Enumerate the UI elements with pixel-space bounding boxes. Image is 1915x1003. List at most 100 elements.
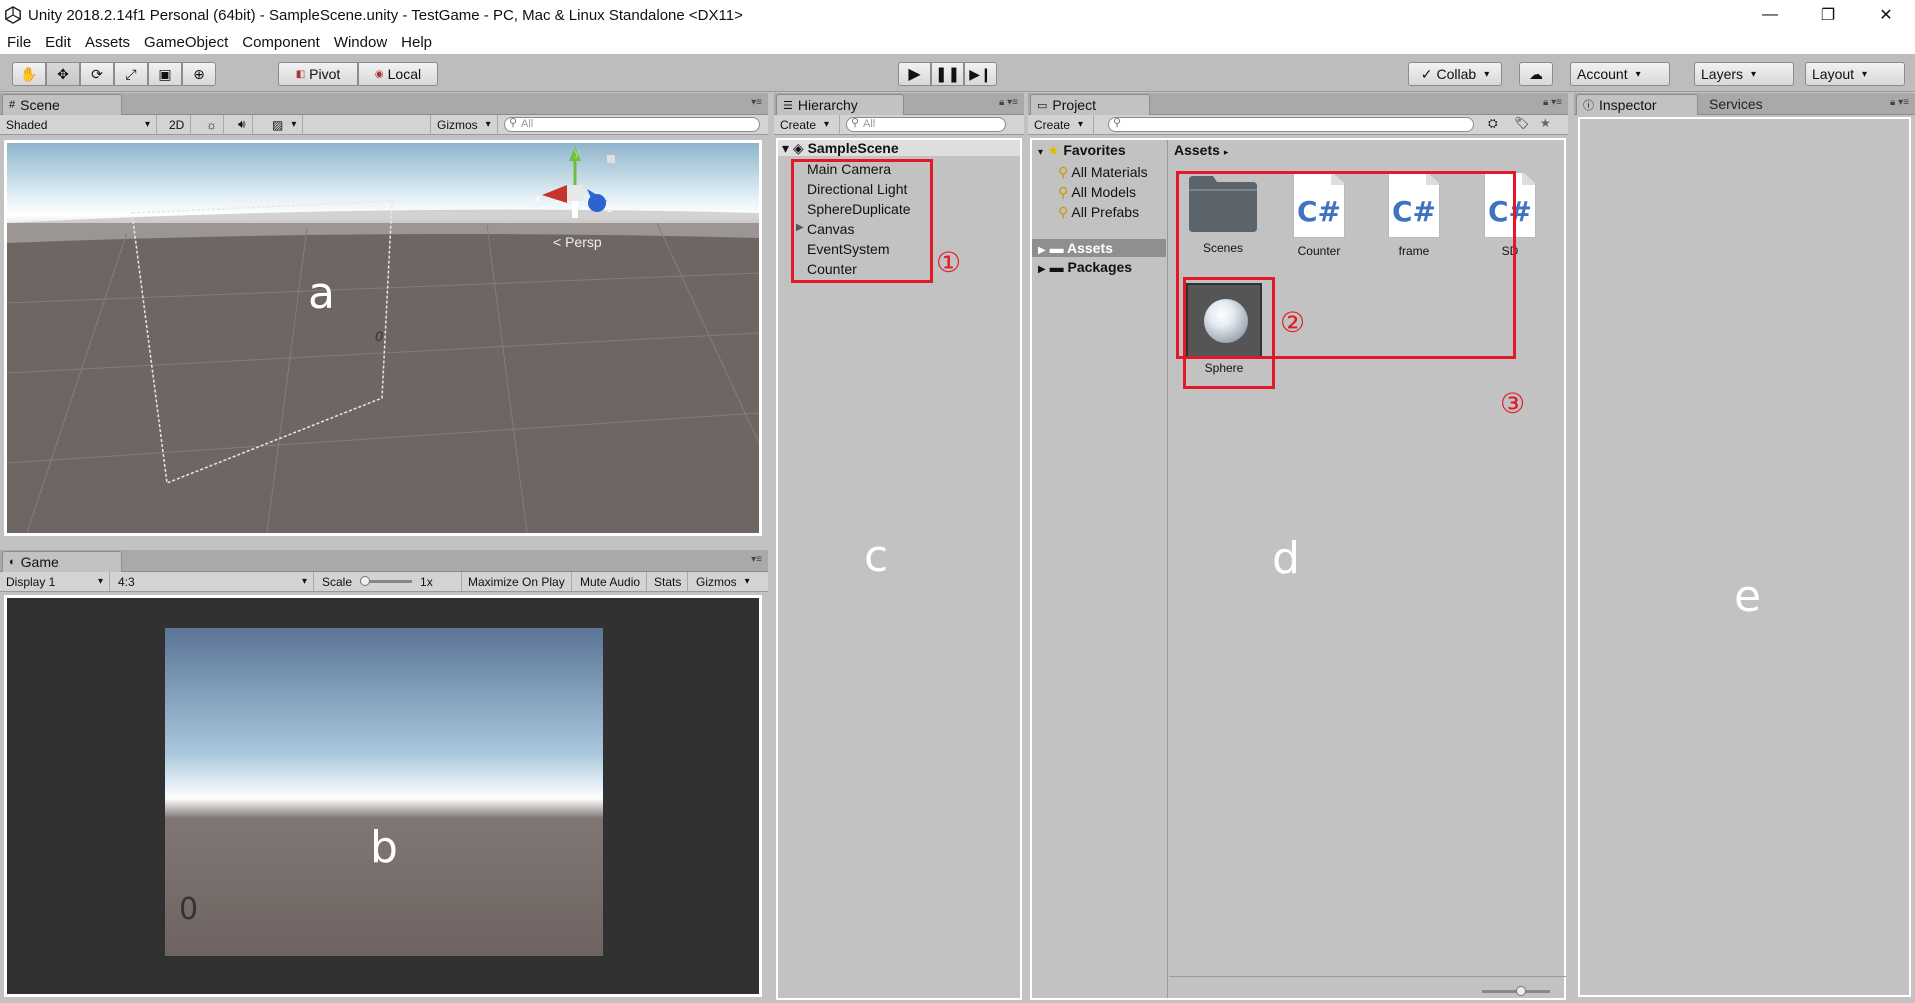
audio-toggle[interactable]: 🔊︎ [232, 115, 253, 134]
annotation-marker-3: ③ [1500, 387, 1526, 420]
aspect-dropdown[interactable]: 4:3 [112, 572, 314, 591]
menu-help[interactable]: Help [394, 34, 439, 51]
scale-slider-track[interactable] [360, 576, 413, 586]
transform-tool-button[interactable]: ⊕ [182, 62, 216, 86]
menu-gameobject[interactable]: GameObject [137, 34, 235, 51]
icon-size-slider[interactable] [1482, 986, 1550, 996]
search-icon: ⚲ [1058, 164, 1069, 180]
scale-slider[interactable]: Scale 1x [316, 572, 462, 591]
local-button[interactable]: ◉ Local [358, 62, 438, 86]
tab-game[interactable]: ◐ Game [2, 551, 122, 572]
project-create-dropdown[interactable]: Create [1028, 115, 1094, 134]
effects-dropdown[interactable]: ▨ [266, 115, 304, 134]
display-dropdown[interactable]: Display 1 [0, 572, 110, 591]
favorites-list: ⚲ All Materials ⚲ All Models ⚲ All Prefa… [1058, 162, 1166, 222]
persp-label[interactable]: < Persp [553, 234, 602, 250]
transform-tools: ✋ ✥ ⟳ ⤢ ▣ ⊕ [12, 62, 216, 86]
maximize-on-play-toggle[interactable]: Maximize On Play [462, 572, 572, 591]
filter-label-icon[interactable]: 🏷︎ [1514, 116, 1529, 130]
account-dropdown[interactable]: Account [1570, 62, 1670, 86]
lock-icon[interactable]: 🔒︎ ▾≡ [1890, 97, 1909, 108]
breadcrumb[interactable]: Assets ▸ [1174, 142, 1228, 158]
fav-all-prefabs[interactable]: ⚲ All Prefabs [1058, 202, 1166, 222]
search-icon: ⚲ [1058, 184, 1069, 200]
cloud-button[interactable]: ☁ [1519, 62, 1553, 86]
step-button[interactable]: ▶❙ [964, 62, 997, 86]
menu-edit[interactable]: Edit [38, 34, 78, 51]
play-button[interactable]: ▶ [898, 62, 931, 86]
shading-dropdown[interactable]: Shaded [0, 115, 157, 134]
move-tool-button[interactable]: ✥ [46, 62, 80, 86]
scene-root-row[interactable]: ▾ ◈ SampleScene [778, 140, 1020, 156]
pause-button[interactable]: ❚❚ [931, 62, 964, 86]
lock-icon[interactable]: 🔒︎ ▾≡ [1543, 97, 1562, 108]
rect-tool-button[interactable]: ▣ [148, 62, 182, 86]
annotation-box-1 [791, 159, 933, 283]
play-icon: ▶ [908, 66, 921, 83]
panel-menu-icon[interactable]: ▾≡ [751, 97, 762, 108]
game-viewport[interactable]: 0 [4, 595, 762, 997]
layers-dropdown[interactable]: Layers [1694, 62, 1794, 86]
tab-inspector[interactable]: ⓘ Inspector [1576, 94, 1698, 115]
menu-bar: File Edit Assets GameObject Component Wi… [0, 30, 1915, 54]
lock-icon[interactable]: 🔒︎ ▾≡ [999, 97, 1018, 108]
cloud-icon: ☁ [1529, 65, 1543, 82]
scene-viewport[interactable]: y x z < Persp 0 [4, 140, 762, 536]
window-title-bar: Unity 2018.2.14f1 Personal (64bit) - Sam… [0, 0, 1915, 30]
game-gizmos-dropdown[interactable]: Gizmos [690, 572, 756, 591]
favorites-node[interactable]: ▾ ★ Favorites [1038, 142, 1126, 159]
annotation-marker-1: ① [936, 246, 962, 279]
menu-window[interactable]: Window [327, 34, 394, 51]
lighting-toggle[interactable]: ☼ [200, 115, 224, 134]
hierarchy-create-dropdown[interactable]: Create [774, 115, 840, 134]
filter-type-icon[interactable]: ⛭ [1488, 116, 1498, 131]
project-panel: ▭Project 🔒︎ ▾≡ Create ⛭ 🏷︎ ★ ▾ ★ Favorit… [1028, 93, 1568, 1003]
assets-node[interactable]: ▶ ▬ Assets [1032, 239, 1166, 257]
favorite-star-icon[interactable]: ★ [1540, 116, 1551, 130]
rotate-tool-button[interactable]: ⟳ [80, 62, 114, 86]
gamepad-icon: ◐ [9, 556, 16, 568]
annotation-marker-2: ② [1280, 306, 1306, 339]
tab-scene[interactable]: # Scene [2, 94, 122, 115]
close-button[interactable]: ✕ [1857, 0, 1915, 30]
minimize-button[interactable]: — [1741, 0, 1799, 30]
rotate-icon: ⟳ [91, 65, 103, 82]
mute-audio-toggle[interactable]: Mute Audio [574, 572, 648, 591]
scene-search-input[interactable]: All [504, 117, 760, 132]
tab-project[interactable]: ▭ Project [1030, 94, 1150, 115]
gizmos-dropdown[interactable]: Gizmos [430, 115, 498, 134]
pivot-button[interactable]: ◧ Pivot [278, 62, 358, 86]
hierarchy-search-input[interactable]: All [846, 117, 1006, 132]
unity-logo-icon [5, 6, 21, 24]
tab-services[interactable]: Services [1709, 96, 1763, 112]
2d-toggle[interactable]: 2D [163, 115, 192, 134]
tab-hierarchy[interactable]: ☰ Hierarchy [776, 94, 904, 115]
panel-menu-icon[interactable]: ▾≡ [751, 554, 762, 565]
menu-component[interactable]: Component [235, 34, 327, 51]
scene-toolbar: Shaded 2D ☼ 🔊︎ ▨ Gizmos All [0, 115, 768, 135]
scene-panel: #Scene ▾≡ Shaded 2D ☼ 🔊︎ ▨ Gizmos All [0, 93, 768, 542]
image-icon: ▨ [272, 117, 284, 132]
game-toolbar: Display 1 4:3 Scale 1x Maximize On Play … [0, 572, 768, 592]
list-icon: ☰ [783, 99, 793, 112]
game-zero-label: 0 [179, 892, 199, 927]
hand-tool-button[interactable]: ✋ [12, 62, 46, 86]
collab-dropdown[interactable]: ✓ Collab [1408, 62, 1502, 86]
menu-file[interactable]: File [0, 34, 38, 51]
stats-toggle[interactable]: Stats [648, 572, 689, 591]
packages-node[interactable]: ▶ ▬ Packages [1038, 259, 1132, 275]
layout-dropdown[interactable]: Layout [1805, 62, 1905, 86]
menu-assets[interactable]: Assets [78, 34, 137, 51]
fav-all-models[interactable]: ⚲ All Models [1058, 182, 1166, 202]
expand-arrow-icon[interactable]: ▾ [782, 140, 789, 156]
project-tree: ▾ ★ Favorites ⚲ All Materials ⚲ All Mode… [1032, 140, 1168, 998]
playback-controls: ▶ ❚❚ ▶❙ [898, 62, 997, 86]
fav-all-materials[interactable]: ⚲ All Materials [1058, 162, 1166, 182]
maximize-button[interactable]: ❐ [1799, 0, 1857, 30]
project-search-input[interactable] [1108, 117, 1474, 132]
sun-icon: ☼ [206, 117, 217, 132]
scale-tool-button[interactable]: ⤢ [114, 62, 148, 86]
pause-icon: ❚❚ [934, 66, 961, 83]
pivot-icon: ◧ [295, 68, 306, 80]
folder-icon: ▬ [1049, 259, 1064, 275]
